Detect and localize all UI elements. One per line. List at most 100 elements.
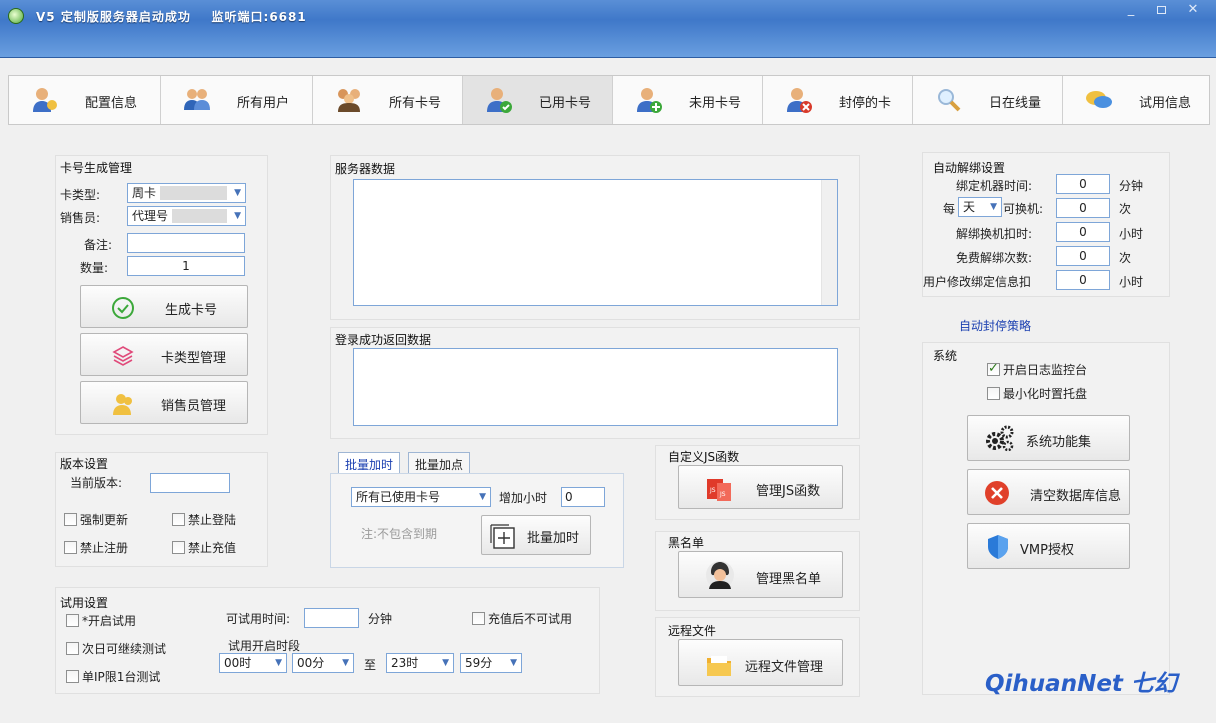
chevron-down-icon: ▼ bbox=[990, 202, 997, 212]
forbid-login-checkbox[interactable]: 禁止登陆 bbox=[172, 511, 236, 528]
remote-file-mgmt-button[interactable]: 远程文件管理 bbox=[678, 639, 843, 686]
button-label: 管理黑名单 bbox=[756, 572, 822, 587]
tab-daily-online[interactable]: 日在线量 bbox=[913, 76, 1063, 124]
tab-used-cards[interactable]: 已用卡号 bbox=[463, 76, 613, 124]
panel-title: 卡号生成管理 bbox=[60, 161, 133, 175]
tab-all-users[interactable]: 所有用户 bbox=[161, 76, 313, 124]
vmp-license-button[interactable]: VMP授权 bbox=[967, 523, 1130, 569]
panel-title: 系统 bbox=[933, 349, 958, 363]
bind-time-input[interactable]: 0 bbox=[1056, 174, 1110, 194]
note-input[interactable] bbox=[127, 233, 245, 253]
single-ip-checkbox[interactable]: 单IP限1台测试 bbox=[66, 668, 160, 685]
bind-time-label: 绑定机器时间: bbox=[956, 179, 1033, 193]
button-label: 销售员管理 bbox=[161, 399, 227, 414]
every-label: 每 bbox=[943, 202, 956, 216]
forbid-recharge-checkbox[interactable]: 禁止充值 bbox=[172, 539, 236, 556]
enable-trial-checkbox[interactable]: *开启试用 bbox=[66, 612, 136, 629]
chevron-down-icon: ▼ bbox=[275, 658, 282, 668]
chevron-down-icon: ▼ bbox=[234, 211, 241, 221]
scrollbar[interactable] bbox=[821, 180, 837, 305]
version-panel: 版本设置 当前版本: 强制更新 禁止登陆 禁止注册 禁止充值 bbox=[55, 452, 268, 567]
maximize-button[interactable] bbox=[1146, 0, 1176, 22]
card-type-mgmt-button[interactable]: 卡类型管理 bbox=[80, 333, 248, 376]
tab-config[interactable]: 配置信息 bbox=[9, 76, 161, 124]
tab-batch-time[interactable]: 批量加时 bbox=[338, 452, 401, 474]
user-block-icon bbox=[787, 88, 812, 113]
modify-bind-input[interactable]: 0 bbox=[1056, 270, 1110, 290]
close-circle-icon bbox=[985, 481, 1009, 505]
system-panel: 系统 开启日志监控台 最小化时置托盘 系统功能集 清空数据库信息 VMP授权 bbox=[922, 342, 1170, 695]
login-data-textarea[interactable] bbox=[353, 348, 838, 426]
panel-title: 登录成功返回数据 bbox=[335, 333, 432, 347]
button-label: 生成卡号 bbox=[165, 303, 218, 318]
maximize-icon bbox=[1156, 6, 1166, 14]
tab-label: 配置信息 bbox=[85, 96, 138, 111]
modify-bind-unit: 小时 bbox=[1119, 275, 1144, 289]
change-count-input[interactable]: 0 bbox=[1056, 198, 1110, 218]
batch-add-time-button[interactable]: 批量加时 bbox=[481, 515, 591, 555]
app-icon bbox=[8, 8, 24, 24]
chevron-down-icon: ▼ bbox=[442, 658, 449, 668]
card-type-select[interactable]: 周卡 ▼ bbox=[127, 183, 246, 203]
seller-select[interactable]: 代理号 ▼ bbox=[127, 206, 246, 226]
free-unbind-input[interactable]: 0 bbox=[1056, 246, 1110, 266]
seller-icon bbox=[113, 394, 132, 415]
card-type-label: 卡类型: bbox=[60, 188, 101, 202]
panel-title: 服务器数据 bbox=[335, 162, 396, 176]
tab-batch-points[interactable]: 批量加点 bbox=[408, 452, 471, 474]
server-data-textarea[interactable] bbox=[353, 179, 838, 306]
title-bar: V5 定制版服务器启动成功 监听端口:6681 _ ✕ bbox=[0, 0, 1216, 58]
deduct-input[interactable]: 0 bbox=[1056, 222, 1110, 242]
close-button[interactable]: ✕ bbox=[1176, 0, 1210, 22]
log-console-checkbox[interactable]: 开启日志监控台 bbox=[987, 361, 1087, 378]
clear-database-button[interactable]: 清空数据库信息 bbox=[967, 469, 1130, 515]
button-label: 系统功能集 bbox=[1026, 435, 1092, 450]
seller-mgmt-button[interactable]: 销售员管理 bbox=[80, 381, 248, 424]
next-day-checkbox[interactable]: 次日可继续测试 bbox=[66, 640, 166, 657]
manage-blacklist-button[interactable]: 管理黑名单 bbox=[678, 551, 843, 598]
trial-period-label: 试用开启时段 bbox=[228, 639, 301, 653]
tab-all-cards[interactable]: 所有卡号 bbox=[313, 76, 463, 124]
tab-unused-cards[interactable]: 未用卡号 bbox=[613, 76, 763, 124]
manage-js-button[interactable]: JS JS 管理JS函数 bbox=[678, 465, 843, 509]
tab-banned-cards[interactable]: 封停的卡 bbox=[763, 76, 913, 124]
system-functions-button[interactable]: 系统功能集 bbox=[967, 415, 1130, 461]
add-hours-input[interactable]: 0 bbox=[561, 487, 605, 507]
current-version-input[interactable] bbox=[150, 473, 230, 493]
start-hour-select[interactable]: 00时 ▼ bbox=[219, 653, 287, 673]
deduct-unit: 小时 bbox=[1119, 227, 1144, 241]
end-hour-select[interactable]: 23时 ▼ bbox=[386, 653, 454, 673]
group-icon bbox=[338, 89, 360, 112]
trial-time-input[interactable] bbox=[304, 608, 359, 628]
start-minute-select[interactable]: 00分 ▼ bbox=[292, 653, 354, 673]
qty-input[interactable]: 1 bbox=[127, 256, 245, 276]
tab-trial-info[interactable]: 试用信息 bbox=[1063, 76, 1211, 124]
end-minute-select[interactable]: 59分 ▼ bbox=[460, 653, 522, 673]
button-label: 清空数据库信息 bbox=[1030, 489, 1122, 504]
force-update-checkbox[interactable]: 强制更新 bbox=[64, 511, 128, 528]
watermark: QihuanNet 七幻 bbox=[985, 671, 1177, 697]
tab-label: 已用卡号 bbox=[539, 96, 592, 111]
batch-scope-select[interactable]: 所有已使用卡号 ▼ bbox=[351, 487, 491, 507]
folder-icon bbox=[707, 656, 731, 676]
deduct-label: 解绑换机扣时: bbox=[956, 227, 1033, 241]
button-label: VMP授权 bbox=[1020, 543, 1074, 558]
users-config-icon bbox=[33, 88, 57, 112]
button-label: 远程文件管理 bbox=[745, 660, 824, 675]
every-period-select[interactable]: 天 ▼ bbox=[958, 197, 1002, 217]
svg-text:JS: JS bbox=[719, 491, 726, 498]
panel-title: 自定义JS函数 bbox=[668, 450, 740, 464]
minimize-tray-checkbox[interactable]: 最小化时置托盘 bbox=[987, 385, 1087, 402]
card-type-value: 周卡 bbox=[132, 186, 157, 200]
gear-icon bbox=[986, 425, 1014, 452]
minimize-button[interactable]: _ bbox=[1116, 0, 1146, 22]
chevron-down-icon: ▼ bbox=[234, 188, 241, 198]
forbid-register-checkbox[interactable]: 禁止注册 bbox=[64, 539, 128, 556]
panel-title: 黑名单 bbox=[668, 536, 705, 550]
no-trial-after-recharge-checkbox[interactable]: 充值后不可试用 bbox=[472, 610, 572, 627]
auto-ban-strategy-link[interactable]: 自动封停策略 bbox=[959, 317, 1031, 334]
server-data-panel: 服务器数据 bbox=[330, 155, 860, 320]
js-file-icon: JSJS bbox=[707, 479, 731, 501]
generate-cards-button[interactable]: 生成卡号 bbox=[80, 285, 248, 328]
change-unit: 次 bbox=[1119, 202, 1132, 216]
